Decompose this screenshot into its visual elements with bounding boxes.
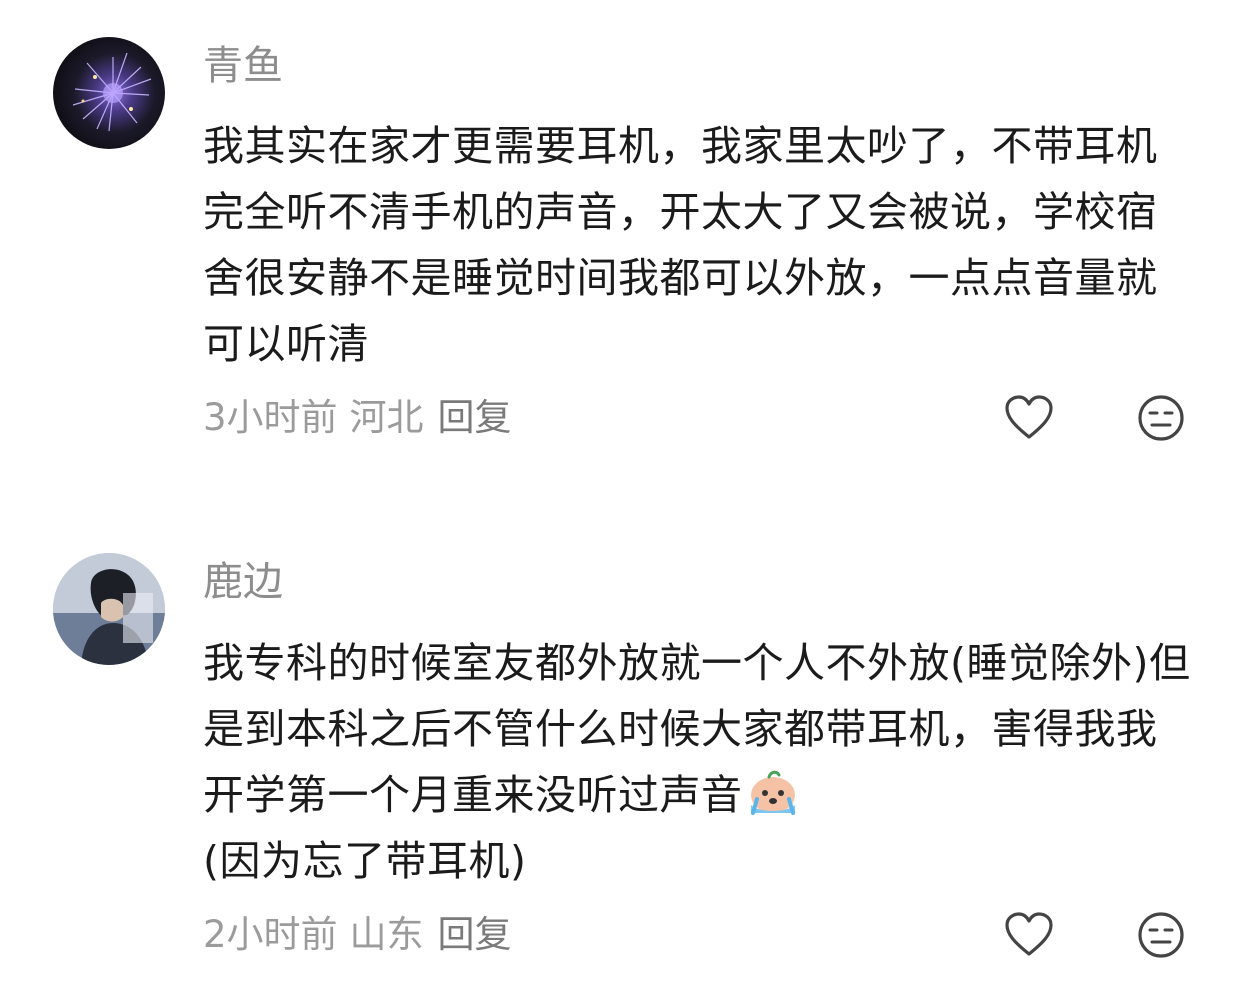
- neutral-face-icon[interactable]: [1136, 910, 1186, 960]
- crying-emoji-icon: [745, 769, 801, 817]
- heart-outline-icon[interactable]: [1004, 910, 1054, 960]
- comment-time: 2小时前: [203, 913, 338, 956]
- comment-text-main: 我专科的时候室友都外放就一个人不外放(睡觉除外)但是到本科之后不管什么时候大家都…: [203, 639, 1191, 819]
- person-avatar-image: [53, 553, 165, 665]
- comment-text: 我专科的时候室友都外放就一个人不外放(睡觉除外)但是到本科之后不管什么时候大家都…: [203, 630, 1193, 894]
- comment-text-tail: (因为忘了带耳机): [203, 837, 527, 885]
- reply-button[interactable]: 回复: [438, 913, 512, 956]
- comment-item: 鹿边 我专科的时候室友都外放就一个人不外放(睡觉除外)但是到本科之后不管什么时候…: [0, 0, 1260, 992]
- comment-location: 山东: [349, 913, 424, 956]
- username[interactable]: 鹿边: [203, 558, 283, 606]
- comment-meta: 2小时前 山东 回复: [203, 913, 512, 957]
- avatar[interactable]: [53, 553, 165, 665]
